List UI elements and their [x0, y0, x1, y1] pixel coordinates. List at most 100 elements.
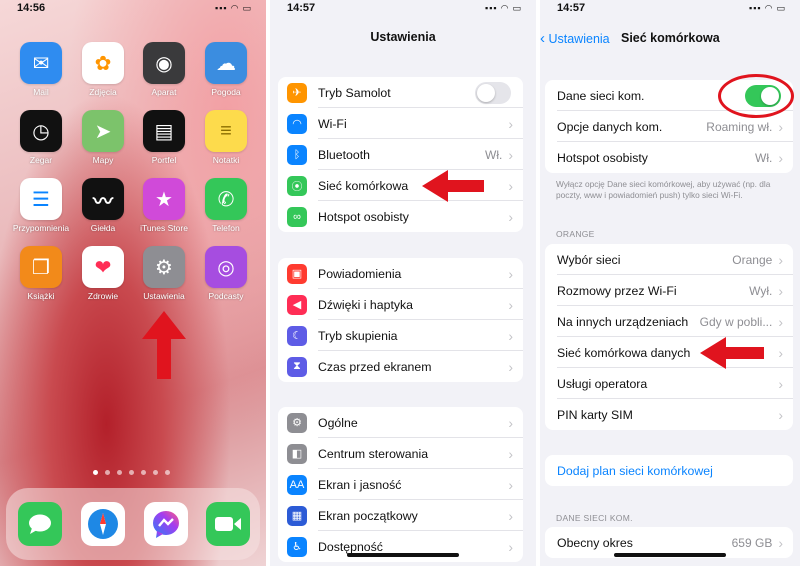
settings-row-tryb-samolot[interactable]: ✈ Tryb Samolot [278, 77, 523, 108]
row-value: Gdy w pobli... [699, 314, 773, 329]
app-aparat[interactable]: ◉ Aparat [133, 42, 195, 97]
cellular-row-na-innych-urządzeniach[interactable]: Na innych urządzeniach Gdy w pobli... › [545, 306, 793, 337]
notes-icon: ≡ [205, 110, 247, 152]
wallet-icon: ▤ [143, 110, 185, 152]
red-circle-annotation [718, 74, 794, 118]
app-zdrowie[interactable]: ❤ Zdrowie [72, 246, 134, 301]
cellular-row-rozmowy-przez-wi-fi[interactable]: Rozmowy przez Wi-Fi Wył. › [545, 275, 793, 306]
messages-icon[interactable] [18, 502, 62, 546]
app-książki[interactable]: ❐ Książki [10, 246, 72, 301]
row-value: Wył. [749, 283, 773, 298]
app-giełda[interactable]: 〰 Giełda [72, 178, 134, 233]
bluetooth-icon: ᛒ [287, 144, 307, 165]
status-time: 14:56 [17, 2, 46, 14]
app-notatki[interactable]: ≡ Notatki [195, 110, 257, 165]
messenger-icon[interactable] [144, 502, 188, 546]
red-arrow-annotation [142, 311, 186, 379]
app-pogoda[interactable]: ☁ Pogoda [195, 42, 257, 97]
settings-row-centrum-sterowania[interactable]: ◧ Centrum sterowania › [278, 438, 523, 469]
row-label: Wybór sieci [557, 252, 621, 267]
back-button[interactable]: ‹ Ustawienia [540, 30, 610, 47]
add-plan-label: Dodaj plan sieci komórkowej [557, 463, 713, 478]
row-label: Ekran i jasność [318, 477, 402, 492]
settings-row-czas-przed-ekranem[interactable]: ⧗ Czas przed ekranem › [278, 351, 523, 382]
row-label: PIN karty SIM [557, 407, 633, 422]
app-portfel[interactable]: ▤ Portfel [133, 110, 195, 165]
app-label: Zdrowie [87, 291, 119, 301]
settings-group-notifications: ▣ Powiadomienia › ◀ Dźwięki i haptyka › ☾ Tryb … [278, 258, 523, 382]
chevron-right-icon: › [508, 296, 513, 313]
app-label: Giełda [90, 223, 116, 233]
app-label: Mail [33, 87, 49, 97]
settings-row-dźwięki-i-haptyka[interactable]: ◀ Dźwięki i haptyka › [278, 289, 523, 320]
row-label: Dane sieci kom. [557, 88, 645, 103]
chevron-right-icon: › [778, 282, 783, 299]
toggle-knob [477, 83, 495, 102]
app-podcasty[interactable]: ◎ Podcasty [195, 246, 257, 301]
settings-row-wi-fi[interactable]: ◠ Wi-Fi › [278, 108, 523, 139]
settings-row-bluetooth[interactable]: ᛒ Bluetooth Wł. › [278, 139, 523, 170]
settings-row-tryb-skupienia[interactable]: ☾ Tryb skupienia › [278, 320, 523, 351]
app-zdjęcia[interactable]: ✿ Zdjęcia [72, 42, 134, 97]
home-screen-panel: 14:56 ▪▪▪ ◠ ▭ ✉ Mail ✿ Zdjęcia ◉ Aparat ☁ Pogod… [0, 0, 266, 566]
cellular-row-hotspot-osobisty[interactable]: Hotspot osobisty Wł. › [545, 142, 793, 173]
grid-icon: ▦ [287, 505, 307, 526]
chevron-right-icon: › [778, 406, 783, 423]
stocks-icon: 〰 [82, 178, 124, 220]
row-label: Na innych urządzeniach [557, 314, 689, 329]
app-label: Przypomnienia [12, 223, 70, 233]
app-label: Ustawienia [143, 291, 185, 301]
status-time: 14:57 [557, 2, 586, 14]
cellular-row-pin-karty-sim[interactable]: PIN karty SIM › [545, 399, 793, 430]
data-footnote: Wyłącz opcję Dane sieci komórkowej, aby … [556, 179, 771, 200]
settings-row-ekran-początkowy[interactable]: ▦ Ekran początkowy › [278, 500, 523, 531]
app-itunes-store[interactable]: ★ iTunes Store [133, 178, 195, 233]
cellular-row-usługi-operatora[interactable]: Usługi operatora › [545, 368, 793, 399]
accessibility-icon: ♿ [287, 536, 307, 557]
cellular-panel: 14:57 ▪▪▪ ◠ ▭ ‹ Ustawienia Sieć komórkow… [540, 0, 800, 566]
chevron-left-icon: ‹ [540, 30, 545, 47]
settings-group-connectivity: ✈ Tryb Samolot ◠ Wi-Fi › ᛒ Bluetooth Wł. › ⦿ Sieć … [278, 77, 523, 232]
aa-icon: AA [287, 474, 307, 495]
app-label: Notatki [212, 155, 240, 165]
settings-row-ogólne[interactable]: ⚙ Ogólne › [278, 407, 523, 438]
settings-row-ekran-i-jasność[interactable]: AA Ekran i jasność › [278, 469, 523, 500]
add-plan-button[interactable]: Dodaj plan sieci komórkowej [545, 455, 793, 486]
row-label: Bluetooth [318, 147, 370, 162]
settings-row-hotspot-osobisty[interactable]: ∞ Hotspot osobisty › [278, 201, 523, 232]
chevron-right-icon: › [508, 146, 513, 163]
app-przypomnienia[interactable]: ☰ Przypomnienia [10, 178, 72, 233]
app-mapy[interactable]: ➤ Mapy [72, 110, 134, 165]
chevron-right-icon: › [508, 208, 513, 225]
app-zegar[interactable]: ◷ Zegar [10, 110, 72, 165]
status-icons: ▪▪▪ ◠ ▭ [215, 3, 252, 13]
chevron-right-icon: › [778, 118, 783, 135]
status-bar: 14:57 ▪▪▪ ◠ ▭ [270, 0, 536, 18]
safari-icon[interactable] [81, 502, 125, 546]
facetime-icon[interactable] [206, 502, 250, 546]
app-ustawienia[interactable]: ⚙ Ustawienia [133, 246, 195, 301]
book-icon: ❐ [20, 246, 62, 288]
row-label: Czas przed ekranem [318, 359, 432, 374]
back-label: Ustawienia [548, 32, 610, 46]
row-value: 659 GB [731, 535, 773, 550]
app-label: Portfel [151, 155, 177, 165]
settings-row-dostępność[interactable]: ♿ Dostępność › [278, 531, 523, 562]
settings-row-sieć-komórkowa[interactable]: ⦿ Sieć komórkowa › [278, 170, 523, 201]
row-value: Wł. [755, 150, 773, 165]
row-label: Powiadomienia [318, 266, 402, 281]
cellular-row-wybór-sieci[interactable]: Wybór sieci Orange › [545, 244, 793, 275]
row-label: Dźwięki i haptyka [318, 297, 413, 312]
app-telefon[interactable]: ✆ Telefon [195, 178, 257, 233]
antenna-icon: ⦿ [287, 175, 307, 196]
app-label: Mapy [92, 155, 114, 165]
camera-icon: ◉ [143, 42, 185, 84]
airplane-mode-toggle[interactable] [475, 81, 511, 104]
row-label: Tryb Samolot [318, 85, 391, 100]
chevron-right-icon: › [508, 476, 513, 493]
clock-icon: ◷ [20, 110, 62, 152]
app-mail[interactable]: ✉ Mail [10, 42, 72, 97]
chevron-right-icon: › [508, 358, 513, 375]
chevron-right-icon: › [508, 265, 513, 282]
settings-row-powiadomienia[interactable]: ▣ Powiadomienia › [278, 258, 523, 289]
